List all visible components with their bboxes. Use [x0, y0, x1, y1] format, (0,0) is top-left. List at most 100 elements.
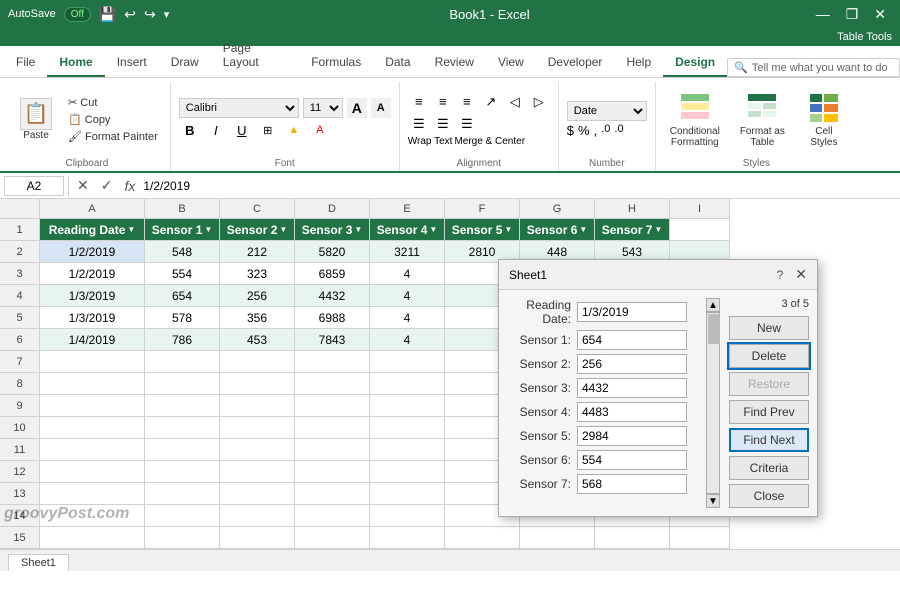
tab-design[interactable]: Design — [663, 49, 727, 77]
dialog-help-btn[interactable]: ? — [777, 268, 784, 282]
cell-e4[interactable]: 4 — [370, 285, 445, 307]
cell-b13[interactable] — [145, 483, 220, 505]
cell-a5[interactable]: 1/3/2019 — [40, 307, 145, 329]
col-header-h[interactable]: H — [595, 199, 670, 219]
close-btn[interactable]: ✕ — [868, 4, 892, 25]
format-painter-button[interactable]: 🖌 Format Painter — [64, 129, 162, 144]
col-header-f[interactable]: F — [445, 199, 520, 219]
cell-a10[interactable] — [40, 417, 145, 439]
align-bottom-btn[interactable]: ≡ — [456, 92, 478, 112]
dialog-input-sensor5[interactable] — [577, 426, 687, 446]
cell-b6[interactable]: 786 — [145, 329, 220, 351]
cell-c7[interactable] — [220, 351, 295, 373]
col-header-i[interactable]: I — [670, 199, 730, 219]
cell-c3[interactable]: 323 — [220, 263, 295, 285]
tab-data[interactable]: Data — [373, 49, 422, 77]
conditional-formatting-btn[interactable]: ConditionalFormatting — [664, 86, 726, 152]
header-cell-e1[interactable]: Sensor 4▼ — [370, 219, 445, 241]
dialog-close-btn2[interactable]: Close — [729, 484, 809, 508]
align-right-btn[interactable]: ☰ — [456, 114, 478, 134]
cell-d7[interactable] — [295, 351, 370, 373]
cell-d8[interactable] — [295, 373, 370, 395]
cell-d15[interactable] — [295, 527, 370, 549]
cell-e9[interactable] — [370, 395, 445, 417]
cell-b10[interactable] — [145, 417, 220, 439]
dialog-input-sensor1[interactable] — [577, 330, 687, 350]
number-format-select[interactable]: Date — [567, 101, 647, 121]
cell-c13[interactable] — [220, 483, 295, 505]
cell-e3[interactable]: 4 — [370, 263, 445, 285]
save-icon[interactable]: 💾 — [99, 6, 116, 23]
cell-h15[interactable] — [595, 527, 670, 549]
tab-insert[interactable]: Insert — [105, 49, 159, 77]
tab-home[interactable]: Home — [47, 49, 104, 77]
underline-btn[interactable]: U — [231, 120, 253, 140]
dialog-find-next-btn[interactable]: Find Next — [729, 428, 809, 452]
decimal-inc-btn[interactable]: .0 — [601, 123, 610, 138]
cell-e13[interactable] — [370, 483, 445, 505]
cell-d12[interactable] — [295, 461, 370, 483]
col-header-c[interactable]: C — [220, 199, 295, 219]
cell-c14[interactable] — [220, 505, 295, 527]
font-shrink-btn[interactable]: A — [371, 98, 391, 118]
font-size-select[interactable]: 11 — [303, 98, 343, 118]
align-center-btn[interactable]: ☰ — [432, 114, 454, 134]
col-header-d[interactable]: D — [295, 199, 370, 219]
ribbon-search[interactable]: 🔍 Tell me what you want to do — [727, 58, 900, 77]
cell-a8[interactable] — [40, 373, 145, 395]
cell-c8[interactable] — [220, 373, 295, 395]
cell-e10[interactable] — [370, 417, 445, 439]
dialog-input-sensor3[interactable] — [577, 378, 687, 398]
cell-d14[interactable] — [295, 505, 370, 527]
dialog-scroll-down-btn[interactable]: ▼ — [706, 494, 720, 508]
cell-b14[interactable] — [145, 505, 220, 527]
header-cell-f1[interactable]: Sensor 5▼ — [445, 219, 520, 241]
cell-e11[interactable] — [370, 439, 445, 461]
dialog-delete-btn[interactable]: Delete — [729, 344, 809, 368]
cell-b4[interactable]: 654 — [145, 285, 220, 307]
dialog-new-btn[interactable]: New — [729, 316, 809, 340]
bold-btn[interactable]: B — [179, 120, 201, 140]
cell-d6[interactable]: 7843 — [295, 329, 370, 351]
indent-dec-btn[interactable]: ◁ — [504, 92, 526, 112]
header-cell-b1[interactable]: Sensor 1▼ — [145, 219, 220, 241]
merge-center-btn[interactable]: Merge & Center — [454, 136, 525, 147]
tab-page-layout[interactable]: Page Layout — [211, 35, 299, 77]
paste-button[interactable]: 📋 Paste — [12, 94, 60, 145]
redo-icon[interactable]: ↪ — [144, 6, 156, 23]
cell-d10[interactable] — [295, 417, 370, 439]
cell-d4[interactable]: 4432 — [295, 285, 370, 307]
currency-btn[interactable]: $ — [567, 123, 574, 138]
cell-e8[interactable] — [370, 373, 445, 395]
dialog-criteria-btn[interactable]: Criteria — [729, 456, 809, 480]
cell-e15[interactable] — [370, 527, 445, 549]
col-header-b[interactable]: B — [145, 199, 220, 219]
decimal-dec-btn[interactable]: .0 — [614, 123, 623, 138]
cell-a13[interactable] — [40, 483, 145, 505]
dialog-input-sensor6[interactable] — [577, 450, 687, 470]
cell-a7[interactable] — [40, 351, 145, 373]
dialog-scroll-up-btn[interactable]: ▲ — [706, 298, 720, 312]
cell-c12[interactable] — [220, 461, 295, 483]
header-cell-a1[interactable]: Reading Date▼ — [40, 219, 145, 241]
orientation-btn[interactable]: ↗ — [480, 92, 502, 112]
cell-c5[interactable]: 356 — [220, 307, 295, 329]
cell-e5[interactable]: 4 — [370, 307, 445, 329]
dialog-input-reading-date[interactable] — [577, 302, 687, 322]
header-cell-d1[interactable]: Sensor 3▼ — [295, 219, 370, 241]
format-as-table-btn[interactable]: Format asTable — [734, 86, 791, 152]
cell-c6[interactable]: 453 — [220, 329, 295, 351]
header-cell-g1[interactable]: Sensor 6▼ — [520, 219, 595, 241]
col-header-g[interactable]: G — [520, 199, 595, 219]
cell-c2[interactable]: 212 — [220, 241, 295, 263]
cell-a9[interactable] — [40, 395, 145, 417]
formula-cancel-icon[interactable]: ✕ — [73, 177, 93, 194]
comma-btn[interactable]: , — [594, 123, 598, 138]
formula-fx-icon[interactable]: fx — [120, 178, 139, 194]
cell-b8[interactable] — [145, 373, 220, 395]
font-grow-btn[interactable]: A — [347, 98, 367, 118]
dialog-scroll-track[interactable] — [706, 312, 720, 494]
cell-b3[interactable]: 554 — [145, 263, 220, 285]
cell-d13[interactable] — [295, 483, 370, 505]
cell-d5[interactable]: 6988 — [295, 307, 370, 329]
